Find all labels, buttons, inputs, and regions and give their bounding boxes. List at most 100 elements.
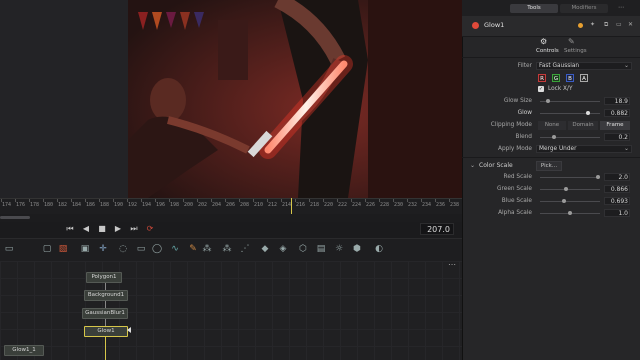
loop-icon[interactable]: ⟳ — [144, 222, 156, 236]
blend-slider[interactable] — [540, 137, 600, 138]
camera3d-icon[interactable]: ▤ — [314, 242, 328, 256]
node-glow1-1[interactable]: Glow1_1 — [4, 345, 44, 356]
stop-icon[interactable]: ■ — [96, 222, 108, 236]
shape3d-icon[interactable]: ◆ — [258, 242, 272, 256]
channel-a[interactable]: A — [580, 74, 588, 82]
controls-tab-icon[interactable]: ⚙ — [540, 37, 547, 46]
ruler-tick-label: 238 — [450, 202, 460, 208]
viewer-frame[interactable] — [128, 0, 462, 198]
alpha-scale-knob[interactable] — [568, 211, 572, 215]
apply-mode-label: Apply Mode — [497, 146, 532, 152]
more-options-icon[interactable]: ⋯ — [446, 261, 458, 271]
blend-knob[interactable] — [552, 135, 556, 139]
blue-scale-label: Blue Scale — [501, 198, 532, 204]
timeline-scrollbar[interactable] — [0, 214, 462, 222]
particle-tool-icon[interactable]: ⁂ — [200, 242, 214, 256]
ellipse-mask-icon[interactable]: ◯ — [150, 242, 164, 256]
reset-icon[interactable]: ▭ — [616, 21, 622, 28]
version-dot-icon[interactable] — [578, 23, 583, 28]
merge-tool-icon[interactable]: ✛ — [96, 242, 110, 256]
playhead[interactable] — [291, 198, 292, 214]
go-to-end-icon[interactable]: ⏭ — [128, 222, 140, 236]
alpha-scale-label: Alpha Scale — [498, 210, 532, 216]
glow-knob[interactable] — [586, 111, 590, 115]
play-icon[interactable]: ▶ — [112, 222, 124, 236]
blue-scale-slider[interactable] — [540, 201, 600, 202]
background-tool-icon[interactable]: ▧ — [56, 242, 70, 256]
ruler-tick-label: 222 — [338, 202, 348, 208]
lock-xy-checkbox[interactable]: ✓ — [538, 86, 544, 92]
chevron-down-icon: ⌄ — [624, 145, 630, 152]
ruler-tick-label: 194 — [142, 202, 152, 208]
merge3d-icon[interactable]: ⬡ — [296, 242, 310, 256]
apply-mode-value: Merge Under — [539, 146, 577, 152]
ruler-tick-label: 186 — [86, 202, 96, 208]
node-glow1[interactable]: Glow1 — [84, 326, 128, 337]
rectangle-mask-icon[interactable]: ▭ — [134, 242, 148, 256]
ruler-tick-label: 228 — [380, 202, 390, 208]
tab-modifiers[interactable]: Modifiers — [560, 4, 608, 13]
render-tool-icon[interactable]: ⋰ — [238, 242, 252, 256]
bspline-mask-icon[interactable]: ∿ — [168, 242, 182, 256]
ruler-tick-label: 206 — [226, 202, 236, 208]
play-reverse-icon[interactable]: ◀ — [80, 222, 92, 236]
node-background1[interactable]: Background1 — [84, 290, 128, 301]
ruler-tick-label: 218 — [310, 202, 320, 208]
channel-b[interactable]: B — [566, 74, 574, 82]
text3d-icon[interactable]: ◈ — [276, 242, 290, 256]
lock-xy-label: Lock X/Y — [548, 86, 573, 92]
channel-r[interactable]: R — [538, 74, 546, 82]
media-in-icon[interactable]: ▭ — [2, 242, 16, 256]
settings-tab-icon[interactable]: ✎ — [568, 37, 575, 46]
transform-tool-icon[interactable]: ▣ — [78, 242, 92, 256]
color-scale-header[interactable]: Color Scale — [479, 162, 513, 169]
node-enable-icon[interactable] — [472, 22, 479, 29]
color-corrector-icon[interactable]: ◌ — [116, 242, 130, 256]
text-tool-icon[interactable]: ▢ — [40, 242, 54, 256]
ruler-tick-label: 198 — [170, 202, 180, 208]
node-gaussianblur1[interactable]: GaussianBlur1 — [82, 308, 128, 319]
ruler-tick-label: 182 — [58, 202, 68, 208]
emitter-tool-icon[interactable]: ⁂ — [220, 242, 234, 256]
green-scale-knob[interactable] — [564, 187, 568, 191]
image-plane-icon[interactable]: ◐ — [372, 242, 386, 256]
blue-scale-value: 0.693 — [610, 198, 628, 205]
pin-icon[interactable]: ✦ — [590, 21, 595, 28]
glow-size-knob[interactable] — [546, 99, 550, 103]
chevron-down-icon[interactable]: ⌄ — [470, 162, 475, 169]
current-frame-field[interactable]: 207.0 — [420, 223, 454, 235]
blue-scale-knob[interactable] — [562, 199, 566, 203]
ruler-tick-label: 214 — [282, 202, 292, 208]
glow-value: 0.882 — [610, 110, 628, 117]
tab-settings[interactable]: Settings — [564, 48, 587, 54]
glow-slider[interactable] — [540, 113, 600, 114]
light-icon[interactable]: ☼ — [332, 242, 346, 256]
clipping-frame[interactable]: Frame — [600, 121, 630, 130]
glow-size-label: Glow Size — [503, 98, 532, 104]
red-scale-label: Red Scale — [503, 174, 532, 180]
more-options-icon[interactable]: ⋯ — [618, 4, 628, 13]
clipping-none[interactable]: None — [538, 121, 566, 130]
go-to-start-icon[interactable]: ⏮ — [64, 222, 76, 236]
ruler-tick-label: 210 — [254, 202, 264, 208]
red-scale-slider[interactable] — [540, 177, 600, 178]
green-scale-slider[interactable] — [540, 189, 600, 190]
paint-tool-icon[interactable]: ✎ — [186, 242, 200, 256]
node-editor[interactable] — [0, 261, 462, 360]
filter-select-value: Fast Gaussian — [539, 63, 580, 69]
glow-label: Glow — [517, 110, 532, 116]
copy-icon[interactable]: ⧉ — [604, 21, 608, 29]
red-scale-knob[interactable] — [596, 175, 600, 179]
scrollbar-thumb[interactable] — [0, 216, 30, 219]
clipping-domain[interactable]: Domain — [568, 121, 598, 130]
divider — [462, 57, 640, 58]
pick-button[interactable]: Pick... — [536, 161, 562, 171]
blend-value: 0.2 — [618, 134, 628, 141]
close-icon[interactable]: ✕ — [628, 21, 633, 28]
node-polygon1[interactable]: Polygon1 — [86, 272, 122, 283]
tab-tools[interactable]: Tools — [510, 4, 558, 13]
channel-g[interactable]: G — [552, 74, 560, 82]
tab-controls[interactable]: Controls — [536, 48, 559, 54]
renderer3d-icon[interactable]: ⬢ — [350, 242, 364, 256]
ruler-tick-label: 176 — [16, 202, 26, 208]
